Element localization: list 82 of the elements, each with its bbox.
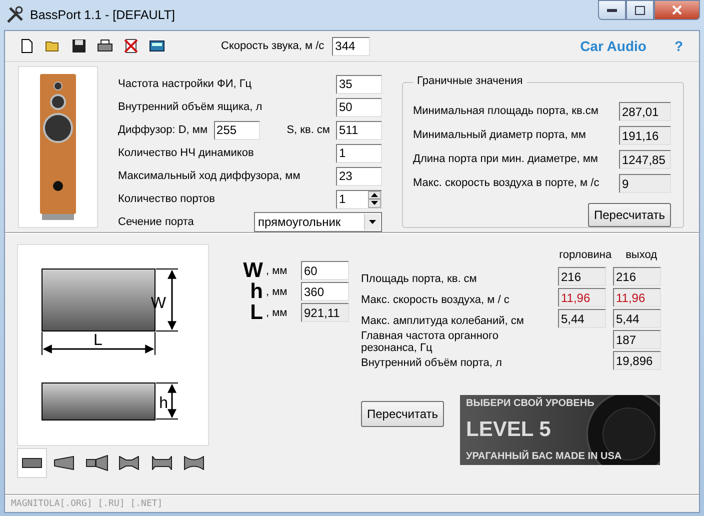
- group-title: Граничные значения: [413, 75, 527, 87]
- field-label: Частота настройки ФИ, Гц: [118, 78, 252, 90]
- field-label: Количество НЧ динамиков: [118, 147, 254, 159]
- input-field[interactable]: 23: [336, 166, 382, 186]
- brand-label: Car Audio: [580, 38, 646, 54]
- spinner-field[interactable]: 1: [336, 190, 382, 208]
- value-readout: 5,44: [558, 309, 606, 328]
- minimize-icon: [607, 8, 617, 12]
- dimension-symbol: L: [249, 302, 263, 322]
- value-readout: 1247,85: [619, 150, 671, 168]
- unit-label: , мм: [265, 264, 288, 276]
- column-header: горловина: [559, 249, 612, 261]
- tools-icon: [6, 6, 24, 24]
- column-header: выход: [626, 249, 657, 261]
- input-field[interactable]: 35: [336, 74, 382, 94]
- field-label: Минимальный диаметр порта, мм: [413, 129, 586, 141]
- maximize-button[interactable]: [626, 0, 654, 20]
- dimension-symbol: h: [249, 282, 263, 302]
- value-readout: 187: [613, 330, 661, 349]
- field-label: Количество портов: [118, 193, 215, 205]
- field-label: Площадь порта, кв. см: [361, 272, 478, 284]
- status-text: MAGNITOLA[.ORG] [.RU] [.NET]: [10, 498, 164, 511]
- value-readout: 19,896: [613, 351, 661, 370]
- unit-label: , мм: [265, 306, 288, 318]
- minimize-button[interactable]: [598, 0, 626, 20]
- unit-label: , мм: [265, 286, 288, 298]
- delete-icon[interactable]: [123, 38, 139, 54]
- field-label: Внутренний объём порта, л: [361, 356, 503, 368]
- field-label: Макс. амплитуда колебаний, см: [361, 314, 525, 326]
- input-field[interactable]: 344: [332, 36, 370, 56]
- recalculate-button[interactable]: Пересчитать: [588, 203, 671, 227]
- window-title: BassPort 1.1 - [DEFAULT]: [30, 8, 175, 22]
- field-label: Диффузор: D, мм: [118, 124, 208, 136]
- up-arrow-icon[interactable]: [371, 192, 378, 197]
- banner-text: ВЫБЕРИ СВОЙ УРОВЕНЬ: [466, 398, 596, 409]
- field-label: Скорость звука, м /с: [221, 40, 324, 52]
- new-file-icon[interactable]: [19, 38, 35, 54]
- input-field[interactable]: 60: [301, 261, 349, 280]
- value-readout: 5,44: [613, 309, 661, 328]
- field-label: S, кв. см: [286, 124, 330, 136]
- port-shape-button[interactable]: [17, 448, 46, 478]
- field-label: Минимальная площадь порта, кв.см: [413, 105, 598, 117]
- flared-port-icon: [86, 455, 108, 471]
- banner-text: УРАГАННЫЙ БАС MADE IN USA: [466, 451, 623, 462]
- field-label: Макс. скорость воздуха, м / с: [361, 292, 510, 306]
- field-label: Длина порта при мин. диаметре, мм: [413, 153, 598, 165]
- input-field[interactable]: 511: [336, 120, 382, 140]
- save-icon[interactable]: [71, 38, 87, 54]
- recalculate-button[interactable]: Пересчитать: [361, 401, 444, 427]
- flanged-port-icon: [152, 456, 172, 470]
- printer-icon[interactable]: [97, 38, 113, 54]
- straight-port-icon: [22, 458, 42, 468]
- input-field[interactable]: 1: [336, 144, 382, 162]
- dimension-symbol: W: [242, 260, 263, 280]
- value-readout: 9: [619, 174, 671, 192]
- down-arrow-icon[interactable]: [371, 201, 378, 206]
- field-label: Главная частота органного резонанса, Гц: [361, 328, 500, 354]
- value-readout: 921,11: [301, 303, 349, 322]
- calculator-icon[interactable]: [149, 38, 165, 54]
- field-label: Внутренний объём ящика, л: [118, 101, 262, 113]
- value-readout: 287,01: [619, 102, 671, 120]
- value-readout: 216: [613, 267, 661, 286]
- input-field[interactable]: 255: [214, 120, 260, 140]
- tapered-port-icon: [54, 456, 74, 470]
- banner-title: LEVEL 5: [466, 418, 552, 442]
- value-readout: 11,96: [558, 288, 606, 307]
- dropdown[interactable]: прямоугольник: [254, 212, 382, 232]
- input-field[interactable]: 360: [301, 282, 349, 301]
- dropdown-arrow-icon: [369, 220, 376, 224]
- field-label: Сечение порта: [118, 216, 194, 228]
- field-label: Максимальный ход диффузора, мм: [118, 170, 300, 182]
- close-button[interactable]: [654, 0, 700, 20]
- field-label: Макс. скорость воздуха в порте, м /с: [413, 177, 600, 189]
- maximize-icon: [635, 6, 645, 14]
- value-readout: 216: [558, 267, 606, 286]
- value-readout: 11,96: [613, 288, 661, 307]
- close-icon: [672, 5, 682, 15]
- double-flared-port-icon: [119, 456, 140, 470]
- ad-banner[interactable]: ВЫБЕРИ СВОЙ УРОВЕНЬ LEVEL 5 УРАГАННЫЙ БАС MADE IN USA: [460, 395, 660, 465]
- input-field[interactable]: 50: [336, 98, 382, 116]
- value-readout: 191,16: [619, 126, 671, 144]
- curved-port-icon: [184, 456, 204, 470]
